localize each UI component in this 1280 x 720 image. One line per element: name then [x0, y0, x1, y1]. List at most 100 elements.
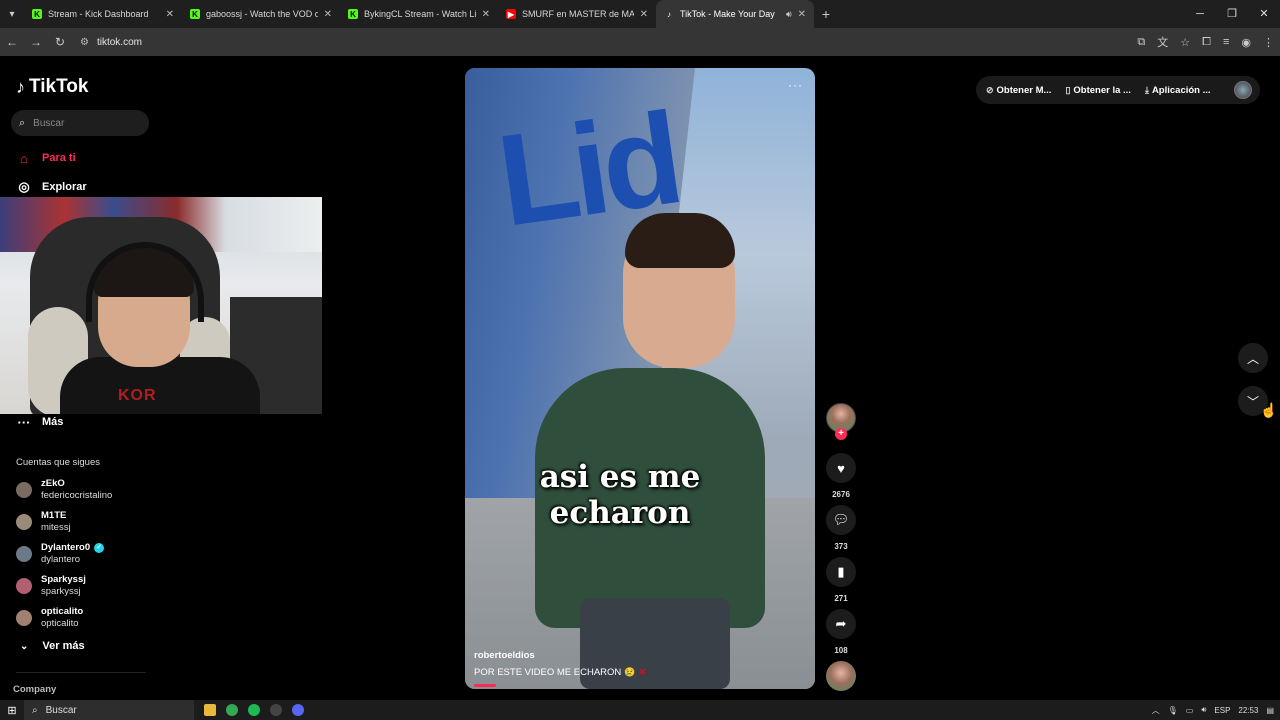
browser-tab[interactable]: ▶ SMURF en MASTER de MANUA ✕ [498, 0, 656, 28]
profile-avatar[interactable] [1234, 81, 1252, 99]
share-button[interactable]: ➦ 108 [826, 609, 856, 655]
reload-icon[interactable]: ↻ [48, 35, 72, 49]
video-progress-bar[interactable] [474, 684, 496, 687]
network-icon[interactable]: ▭ [1186, 706, 1194, 715]
microphone-icon[interactable]: 🎙︎ [1168, 706, 1178, 715]
chevron-down-icon: ﹀ [1246, 394, 1259, 409]
speaker-icon[interactable]: 🔊︎ [786, 9, 792, 20]
more-dots-icon: ··· [17, 414, 31, 430]
search-input[interactable]: ⌕ Buscar [11, 110, 149, 136]
get-coins-button[interactable]: ⊘ Obtener M... [986, 85, 1051, 96]
close-tab-icon[interactable]: ✕ [166, 9, 174, 20]
url-text: tiktok.com [96, 36, 142, 48]
previous-video-button[interactable]: ︿ [1238, 343, 1268, 373]
comment-button[interactable]: 💬︎ 373 [826, 505, 856, 551]
tab-title: SMURF en MASTER de MANUA [522, 9, 634, 19]
sound-disc-avatar[interactable] [826, 661, 856, 691]
company-link[interactable]: Company [13, 684, 56, 695]
minimize-icon[interactable]: ─ [1184, 0, 1216, 28]
like-button[interactable]: ♥ 2676 [826, 453, 856, 499]
following-account[interactable]: Dylantero0 ✓ dylantero [16, 542, 105, 566]
share-count: 108 [834, 646, 848, 655]
comment-icon: 💬︎ [826, 505, 856, 535]
discord-icon[interactable] [292, 704, 304, 716]
person-hair [625, 213, 735, 268]
tiktok-logo[interactable]: ♪ TikTok [16, 76, 88, 98]
top-actions-bar: ⊘ Obtener M... ▯ Obtener la ... ⤓ Aplica… [976, 76, 1260, 104]
notifications-icon[interactable]: ▤ [1266, 706, 1274, 715]
new-tab-button[interactable]: + [814, 6, 838, 22]
volume-icon[interactable]: 🔊︎ [1201, 705, 1206, 715]
spotify-icon[interactable] [248, 704, 260, 716]
tab-title: TikTok - Make Your Day [680, 9, 775, 19]
tab-search-icon[interactable]: ▾ [0, 0, 24, 28]
close-tab-icon[interactable]: ✕ [798, 9, 806, 20]
following-account[interactable]: Sparkyssj sparkyssj [16, 574, 86, 598]
nav-label: Explorar [42, 181, 87, 193]
file-explorer-icon[interactable] [204, 704, 216, 716]
taskbar-search[interactable]: ⌕ Buscar [24, 700, 194, 720]
language-indicator[interactable]: ESP [1214, 706, 1230, 715]
see-more-label: Ver más [42, 640, 85, 652]
taskbar-search-label: Buscar [45, 704, 77, 716]
account-nick: opticalito [41, 606, 84, 617]
coin-icon: ⊘ [986, 84, 994, 95]
account-handle: federicocristalino [41, 490, 113, 501]
video-author[interactable]: robertoeldios [474, 650, 535, 661]
url-field[interactable]: ⚙ tiktok.com [80, 37, 142, 48]
nav-more[interactable]: ··· Más [16, 414, 64, 430]
avatar [16, 578, 32, 594]
browser-tab[interactable]: K gaboossj - Watch the VOD on ✕ [182, 0, 340, 28]
restore-icon[interactable]: ❐ [1216, 0, 1248, 28]
close-tab-icon[interactable]: ✕ [640, 9, 648, 20]
emoji-icon: 😢 [624, 667, 636, 677]
more-options-icon[interactable]: ··· [788, 78, 803, 92]
windows-start-icon[interactable]: ⊞ [0, 704, 24, 717]
avatar [16, 482, 32, 498]
media-controls-icon[interactable]: ≡ [1223, 36, 1229, 48]
browser-tab[interactable]: K Stream - Kick Dashboard ✕ [24, 0, 182, 28]
close-tab-icon[interactable]: ✕ [324, 9, 332, 20]
see-more-button[interactable]: ⌄ Ver más [20, 640, 85, 652]
video-player[interactable]: Lid ··· asi es me echaron robertoeldios … [465, 68, 815, 689]
avatar [16, 610, 32, 626]
get-app-button[interactable]: ▯ Obtener la ... [1065, 85, 1131, 96]
follow-plus-icon[interactable]: + [835, 428, 847, 440]
tiktok-note-icon: ♪ [16, 76, 25, 97]
download-icon: ⤓ [1144, 84, 1149, 95]
close-tab-icon[interactable]: ✕ [482, 9, 490, 20]
site-info-icon[interactable]: ⚙ [80, 37, 89, 48]
install-app-icon[interactable]: ⧉ [1137, 36, 1145, 49]
forward-icon[interactable]: → [24, 35, 48, 49]
following-account[interactable]: M1TE mitessj [16, 510, 71, 534]
bookmark-star-icon[interactable]: ☆ [1180, 36, 1190, 49]
following-account[interactable]: opticalito opticalito [16, 606, 83, 630]
window-controls: ─ ❐ ✕ [1184, 0, 1280, 28]
chrome-icon[interactable] [226, 704, 238, 716]
browser-tab-strip: ▾ K Stream - Kick Dashboard ✕ K gaboossj… [0, 0, 1280, 28]
nav-explore[interactable]: ◎ Explorar [16, 179, 87, 195]
translate-icon[interactable]: 文 [1157, 34, 1168, 50]
close-window-icon[interactable]: ✕ [1248, 0, 1280, 28]
kick-icon: K [32, 9, 42, 19]
search-placeholder: Buscar [33, 117, 65, 129]
browser-menu-icon[interactable]: ⋮ [1263, 36, 1274, 49]
tray-chevron-icon[interactable]: ︿ [1152, 705, 1160, 716]
back-icon[interactable]: ← [0, 35, 24, 49]
following-account[interactable]: zEkO federicocristalino [16, 478, 112, 502]
extensions-icon[interactable]: ⧠ [1202, 36, 1211, 49]
clock[interactable]: 22:53 [1238, 706, 1258, 715]
browser-tab[interactable]: K BykingCL Stream - Watch Live ✕ [340, 0, 498, 28]
account-nick: Dylantero0 [41, 542, 91, 553]
desktop-app-button[interactable]: ⤓ Aplicación ... [1145, 85, 1211, 96]
home-icon: ⌂ [20, 150, 28, 166]
profile-icon[interactable]: ◉ [1241, 36, 1251, 49]
kick-icon: K [348, 9, 358, 19]
chevron-up-icon: ︿ [1246, 351, 1259, 366]
browser-tab-active[interactable]: ♪ TikTok - Make Your Day 🔊︎ ✕ [656, 0, 814, 28]
shirt-logo: KOR [118, 387, 157, 404]
nav-for-you[interactable]: ⌂ Para ti [16, 150, 76, 166]
verified-badge-icon: ✓ [94, 543, 105, 553]
save-button[interactable]: ▮ 271 [826, 557, 856, 603]
obs-icon[interactable] [270, 704, 282, 716]
